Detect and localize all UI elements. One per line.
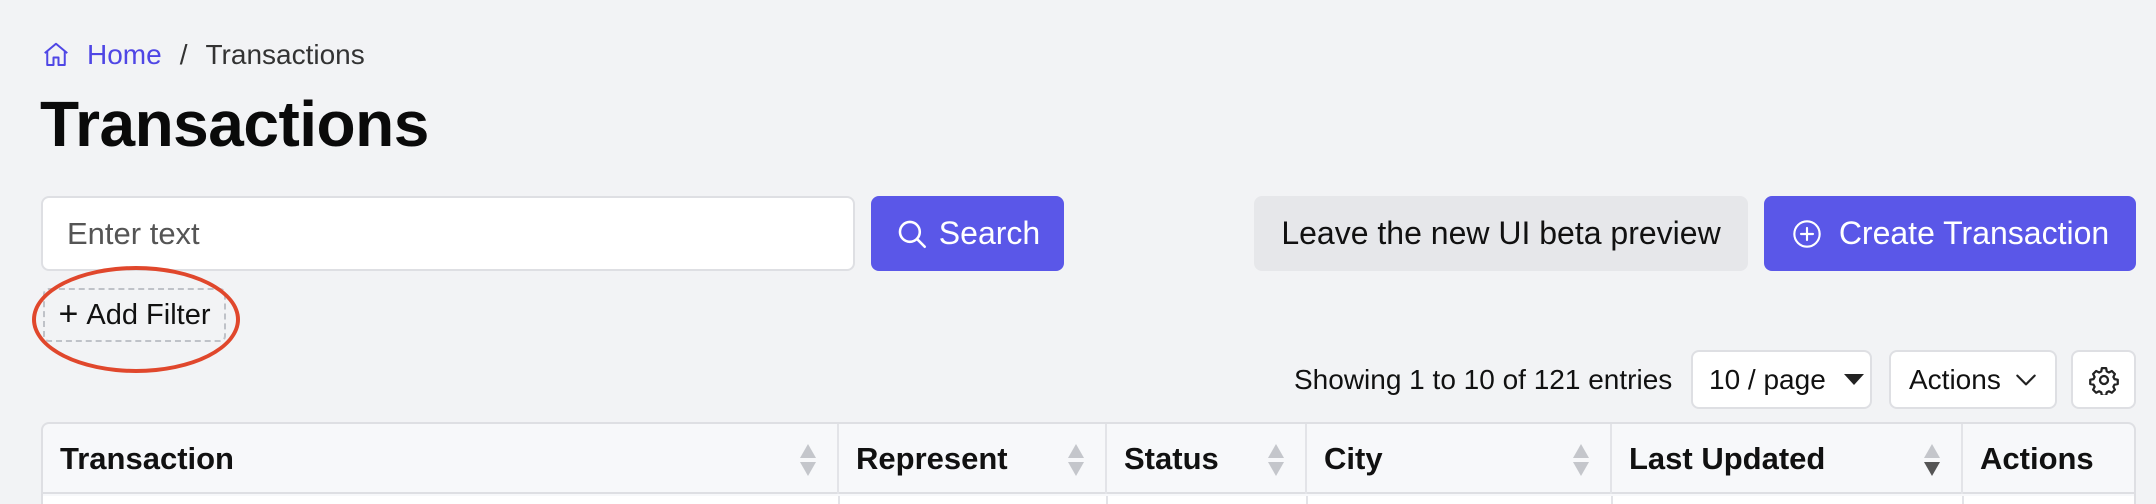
page-size-value: 10 / page bbox=[1709, 363, 1826, 395]
column-divider bbox=[1306, 496, 1308, 504]
column-header-label: Actions bbox=[1980, 441, 2094, 476]
plus-circle-icon bbox=[1793, 219, 1821, 248]
sort-desc-icon bbox=[1923, 444, 1941, 478]
caret-down-icon bbox=[1843, 374, 1864, 385]
column-header-last-updated[interactable]: Last Updated bbox=[1612, 424, 1963, 494]
column-header-label: Transaction bbox=[60, 441, 234, 476]
sort-icon bbox=[799, 444, 817, 478]
add-filter-label: Add Filter bbox=[86, 298, 211, 331]
table-settings-button[interactable] bbox=[2071, 350, 2136, 409]
search-input[interactable] bbox=[41, 196, 855, 271]
gear-icon bbox=[2088, 366, 2119, 395]
sort-icon bbox=[1572, 444, 1590, 478]
actions-dropdown-label: Actions bbox=[1909, 363, 2001, 395]
search-button-label: Search bbox=[938, 215, 1041, 251]
column-header-label: City bbox=[1324, 441, 1383, 476]
create-transaction-label: Create Transaction bbox=[1838, 215, 2110, 251]
sort-icon bbox=[1067, 444, 1085, 478]
create-transaction-button[interactable]: Create Transaction bbox=[1764, 196, 2136, 271]
column-header-label: Represent bbox=[856, 441, 1008, 476]
page-size-select[interactable]: 10 / page bbox=[1691, 350, 1872, 409]
column-divider bbox=[1106, 496, 1108, 504]
column-header-label: Last Updated bbox=[1629, 441, 1826, 476]
column-header-actions: Actions bbox=[1963, 424, 2134, 494]
search-button[interactable]: Search bbox=[871, 196, 1064, 271]
column-header-status[interactable]: Status bbox=[1107, 424, 1307, 494]
breadcrumb-home-link[interactable]: Home bbox=[87, 39, 162, 71]
table-header: Transaction Represent Status City Last U… bbox=[43, 424, 2134, 494]
table-body bbox=[43, 496, 2134, 504]
breadcrumb: Home / Transactions bbox=[41, 38, 365, 72]
page-title: Transactions bbox=[40, 88, 429, 160]
column-header-city[interactable]: City bbox=[1307, 424, 1612, 494]
column-header-label: Status bbox=[1124, 441, 1219, 476]
column-header-represent[interactable]: Represent bbox=[839, 424, 1107, 494]
search-icon bbox=[898, 220, 926, 248]
home-icon[interactable] bbox=[41, 40, 71, 70]
breadcrumb-separator: / bbox=[179, 39, 188, 70]
column-header-transaction[interactable]: Transaction bbox=[43, 424, 839, 494]
column-divider bbox=[838, 496, 840, 504]
column-divider bbox=[1962, 496, 1964, 504]
actions-dropdown[interactable]: Actions bbox=[1889, 350, 2057, 409]
breadcrumb-current: Transactions bbox=[205, 39, 365, 70]
add-filter-button[interactable]: + Add Filter bbox=[43, 288, 226, 342]
column-divider bbox=[1611, 496, 1613, 504]
plus-icon: + bbox=[58, 294, 79, 333]
entries-count-text: Showing 1 to 10 of 121 entries bbox=[1294, 364, 1673, 395]
chevron-down-icon bbox=[2016, 374, 2036, 385]
sort-icon bbox=[1267, 444, 1285, 478]
leave-beta-button[interactable]: Leave the new UI beta preview bbox=[1254, 196, 1748, 271]
transactions-table: Transaction Represent Status City Last U… bbox=[41, 422, 2136, 504]
